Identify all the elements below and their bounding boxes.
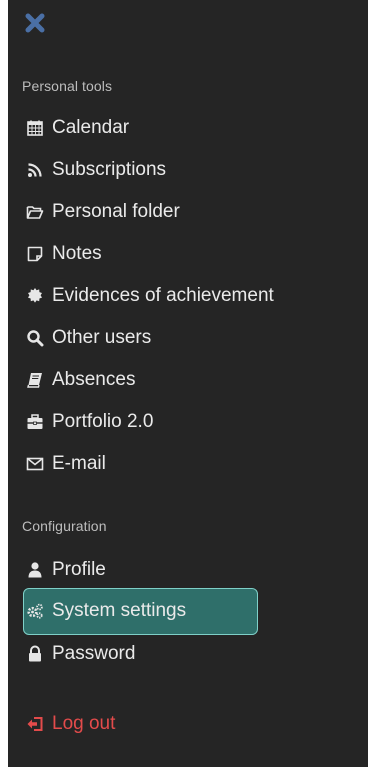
user-icon xyxy=(26,561,44,579)
menu-item-calendar[interactable]: Calendar xyxy=(26,114,129,142)
section-title-personal-tools: Personal tools xyxy=(22,78,113,94)
menu-item-absences[interactable]: Absences xyxy=(26,366,135,394)
badge-icon xyxy=(26,287,44,305)
book-icon xyxy=(26,371,44,389)
briefcase-icon xyxy=(26,413,44,431)
lock-icon xyxy=(26,645,44,663)
logout-label: Log out xyxy=(52,713,116,734)
menu-item-label: Password xyxy=(52,643,136,664)
folder-open-icon xyxy=(26,203,44,221)
sign-out-icon xyxy=(26,715,44,733)
menu-item-label: Notes xyxy=(52,243,102,264)
cogs-icon xyxy=(26,602,44,620)
envelope-icon xyxy=(26,455,44,473)
menu-item-label: Personal folder xyxy=(52,201,180,222)
menu-item-label: Subscriptions xyxy=(52,159,167,180)
menu-item-label: E-mail xyxy=(52,453,106,474)
calendar-icon xyxy=(26,119,44,137)
menu-item-email[interactable]: E-mail xyxy=(26,450,106,478)
menu-item-other-users[interactable]: Other users xyxy=(26,324,151,352)
menu-item-label: System settings xyxy=(52,600,187,621)
note-icon xyxy=(26,245,44,263)
menu-item-label: Other users xyxy=(52,327,152,348)
logout-link[interactable]: Log out xyxy=(26,710,115,738)
menu-item-personal-folder[interactable]: Personal folder xyxy=(26,198,180,226)
menu-item-password[interactable]: Password xyxy=(26,640,135,668)
menu-item-subscriptions[interactable]: Subscriptions xyxy=(26,156,166,184)
menu-item-notes[interactable]: Notes xyxy=(26,240,102,268)
menu-item-profile[interactable]: Profile xyxy=(26,556,106,584)
rss-icon xyxy=(26,161,44,179)
menu-item-label: Profile xyxy=(52,559,106,580)
menu-item-label: Absences xyxy=(52,369,136,390)
search-icon xyxy=(26,329,44,347)
menu-item-label: Calendar xyxy=(52,117,130,138)
menu-item-portfolio[interactable]: Portfolio 2.0 xyxy=(26,408,153,436)
menu-item-label: Portfolio 2.0 xyxy=(52,411,154,432)
section-title-configuration: Configuration xyxy=(22,518,107,534)
menu-item-evidences[interactable]: Evidences of achievement xyxy=(26,282,274,310)
menu-item-label: Evidences of achievement xyxy=(52,285,274,306)
close-icon[interactable] xyxy=(24,12,46,34)
side-menu-panel: Personal tools Calendar Subscriptions Pe… xyxy=(8,0,368,767)
menu-item-system-settings[interactable]: System settings xyxy=(26,597,186,625)
